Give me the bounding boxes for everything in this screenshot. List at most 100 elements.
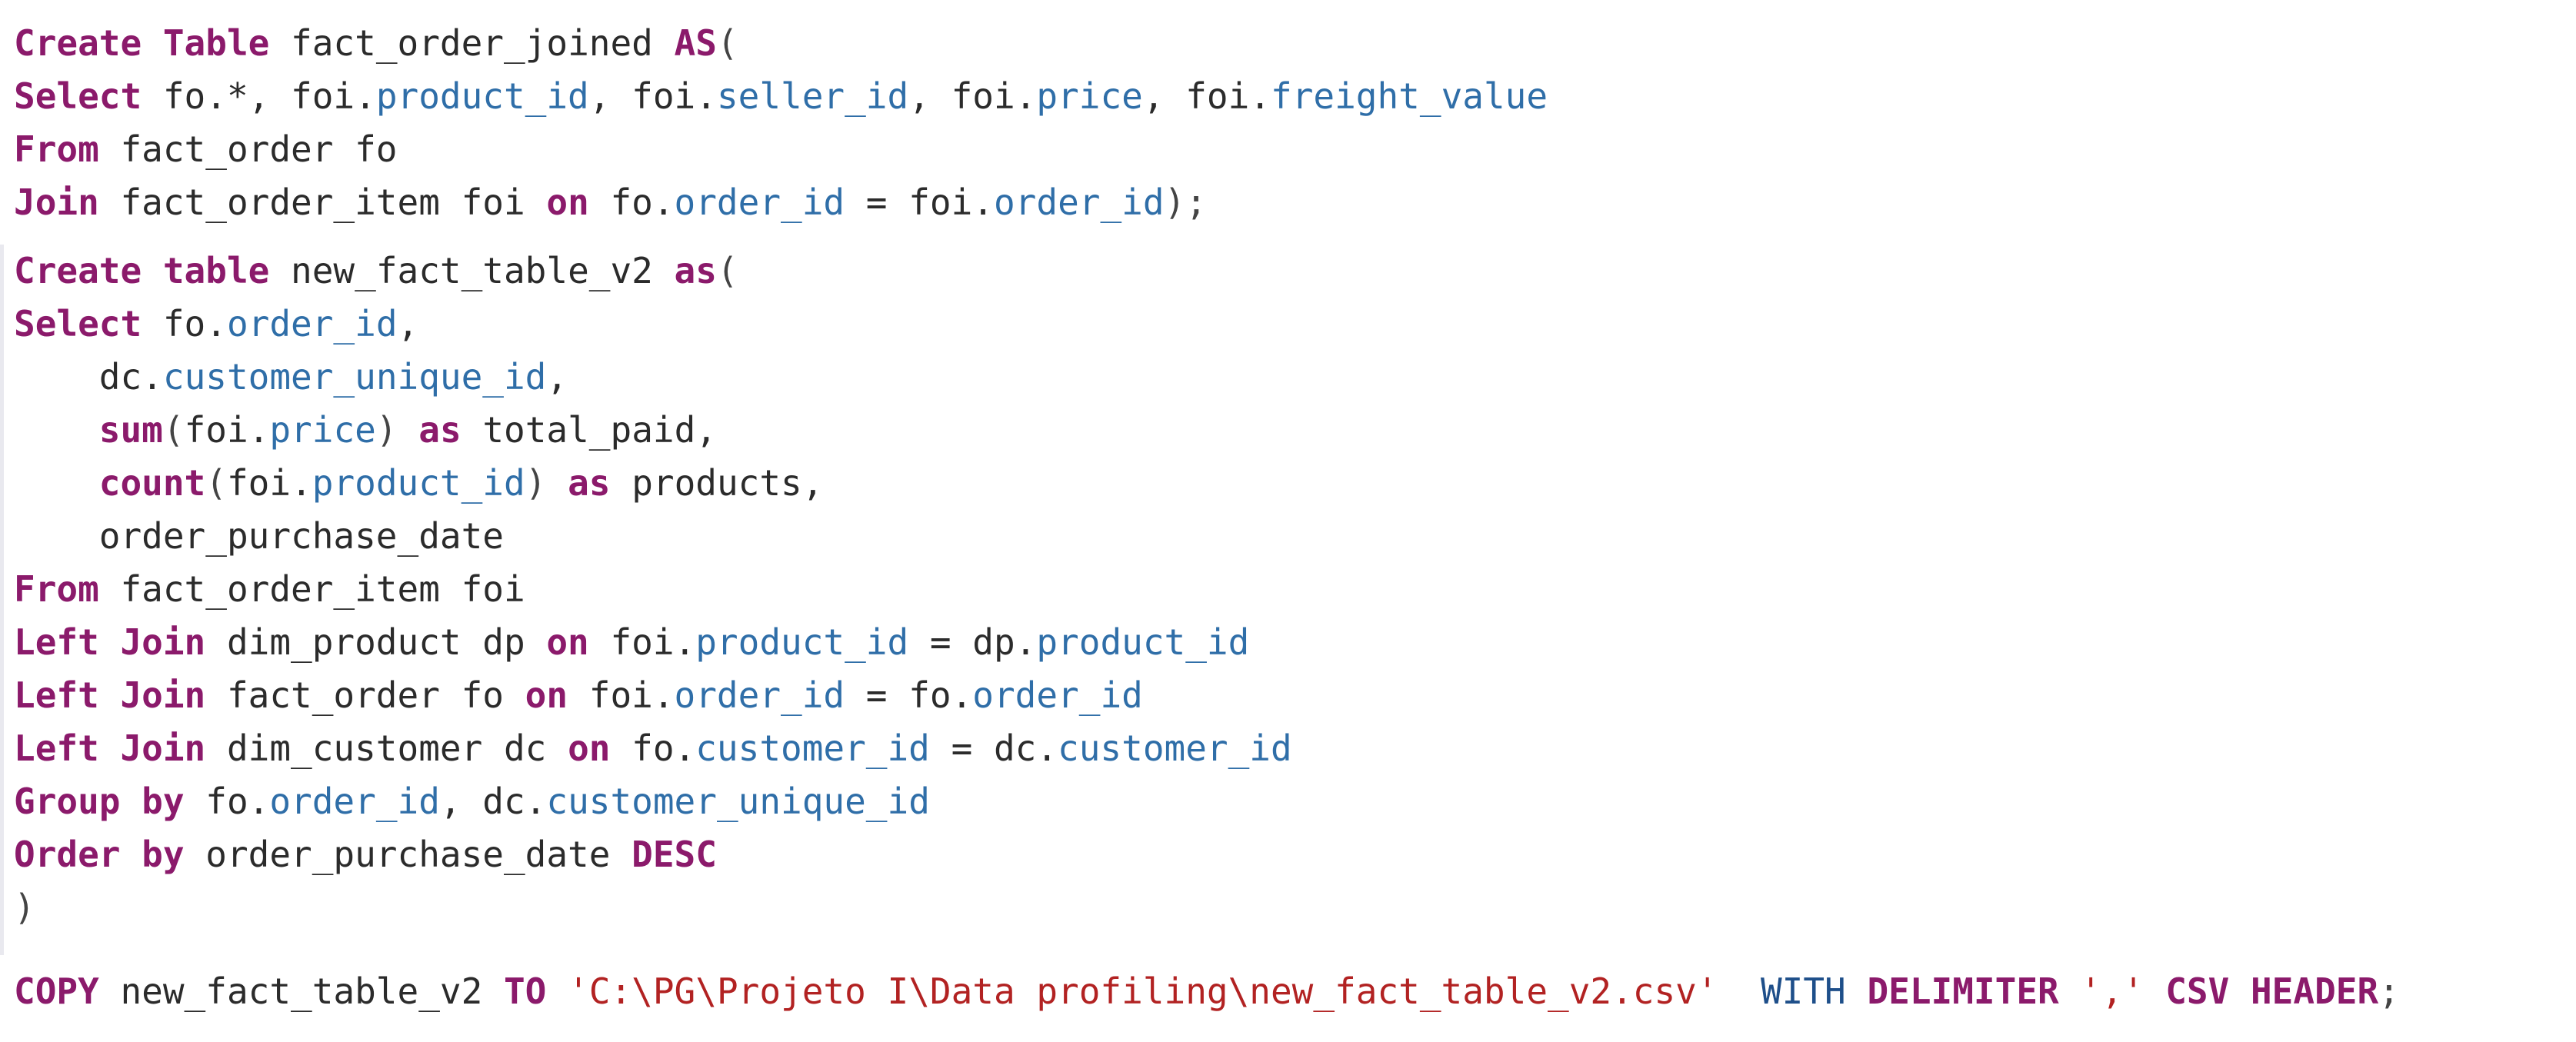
code-token: COPY — [14, 970, 99, 1012]
code-token: new_fact_table_v2 — [98, 970, 504, 1012]
code-token: seller_id — [716, 75, 909, 117]
code-token: total_paid, — [461, 409, 717, 451]
code-token: price — [1036, 75, 1143, 117]
code-line[interactable]: Left Join fact_order fo on foi.order_id … — [14, 669, 1143, 721]
code-token: , — [546, 356, 568, 398]
code-token: order_id — [226, 303, 398, 345]
code-line[interactable]: From fact_order fo — [14, 123, 398, 175]
code-token: foi. — [226, 462, 312, 504]
code-token: customer_unique_id — [546, 781, 930, 822]
code-token: new_fact_table_v2 — [269, 250, 675, 291]
code-token: TO — [503, 970, 547, 1012]
code-line[interactable]: count(foi.product_id) as products, — [14, 457, 824, 509]
code-token: fo. — [588, 181, 675, 223]
code-line[interactable]: Select fo.order_id, — [14, 298, 418, 350]
code-line[interactable]: From fact_order_item foi — [14, 563, 525, 615]
code-token: , dc. — [439, 781, 547, 822]
code-line[interactable]: Left Join dim_product dp on foi.product_… — [14, 616, 1249, 668]
code-token: on — [546, 181, 589, 223]
code-token: fo. — [142, 303, 227, 345]
code-token: = dc. — [929, 727, 1058, 769]
code-line[interactable]: Order by order_purchase_date DESC — [14, 828, 717, 881]
code-token: Select — [14, 303, 142, 345]
code-token: order_id — [993, 181, 1165, 223]
code-token: = foi. — [845, 181, 994, 223]
code-token: Left Join — [14, 621, 206, 663]
code-token: WITH — [1760, 970, 1846, 1012]
code-token: freight_value — [1271, 75, 1548, 117]
code-line[interactable]: Create table new_fact_table_v2 as( — [14, 245, 738, 297]
code-token: , foi. — [908, 75, 1037, 117]
code-token: = fo. — [845, 674, 973, 716]
code-token: Join — [14, 181, 99, 223]
code-line[interactable]: Select fo.*, foi.product_id, foi.seller_… — [14, 70, 1548, 122]
code-token: product_id — [1036, 621, 1250, 663]
code-token: fact_order_joined — [269, 22, 675, 64]
code-token: ; — [2378, 970, 2400, 1012]
code-token: ',' — [2080, 970, 2144, 1012]
code-token: 'C:\PG\Projeto I\Data profiling\new_fact… — [568, 970, 1718, 1012]
code-token: count — [98, 462, 206, 504]
code-token: foi. — [588, 621, 696, 663]
code-line[interactable]: Left Join dim_customer dc on fo.customer… — [14, 722, 1292, 774]
code-token: product_id — [375, 75, 589, 117]
code-token: ); — [1164, 181, 1207, 223]
code-token: AS — [674, 22, 717, 64]
code-token: customer_unique_id — [162, 356, 547, 398]
code-token: on — [525, 674, 568, 716]
code-token: customer_id — [1058, 727, 1292, 769]
code-line[interactable]: dc.customer_unique_id, — [14, 351, 568, 403]
code-token: DELIMITER — [1867, 970, 2059, 1012]
code-token: foi. — [568, 674, 675, 716]
code-token: , foi. — [1142, 75, 1271, 117]
code-token: = dp. — [908, 621, 1037, 663]
code-token: sum — [98, 409, 163, 451]
code-token: foi. — [184, 409, 270, 451]
code-line[interactable]: Create Table fact_order_joined AS( — [14, 17, 738, 69]
code-token: order_id — [972, 674, 1143, 716]
code-token: order_purchase_date — [14, 515, 504, 557]
code-token: Select — [14, 75, 142, 117]
code-token: price — [269, 409, 376, 451]
code-token: as — [568, 462, 611, 504]
code-line[interactable]: ) — [14, 881, 35, 934]
code-token: ) — [375, 409, 398, 451]
code-token: From — [14, 128, 99, 170]
code-token: fact_order_item foi — [98, 568, 525, 610]
code-token: customer_id — [695, 727, 930, 769]
code-token: Group by — [14, 781, 185, 822]
sql-editor[interactable]: Create Table fact_order_joined AS(Select… — [0, 0, 2576, 1042]
code-token: ( — [162, 409, 185, 451]
code-token: fact_order fo — [205, 674, 525, 716]
code-token: Create Table — [14, 22, 270, 64]
code-token: Left Join — [14, 674, 206, 716]
code-token: ) — [525, 462, 547, 504]
code-token: ) — [14, 887, 35, 928]
code-line[interactable]: Join fact_order_item foi on fo.order_id … — [14, 176, 1207, 228]
code-line[interactable]: COPY new_fact_table_v2 TO 'C:\PG\Projeto… — [14, 965, 2400, 1017]
code-token: as — [418, 409, 462, 451]
block-marker — [0, 245, 4, 955]
code-token: dc. — [14, 356, 163, 398]
code-line[interactable]: sum(foi.price) as total_paid, — [14, 404, 717, 456]
code-token: ( — [716, 22, 738, 64]
code-token: ( — [205, 462, 227, 504]
code-token: fo. — [184, 781, 270, 822]
code-token: order_id — [674, 181, 845, 223]
code-token: , foi. — [588, 75, 717, 117]
code-token: on — [568, 727, 611, 769]
code-token: Create table — [14, 250, 270, 291]
code-token: , — [397, 303, 419, 345]
code-line[interactable]: order_purchase_date — [14, 510, 504, 562]
code-line[interactable]: Group by fo.order_id, dc.customer_unique… — [14, 775, 930, 827]
code-token: DESC — [632, 834, 717, 875]
code-token: product_id — [695, 621, 909, 663]
